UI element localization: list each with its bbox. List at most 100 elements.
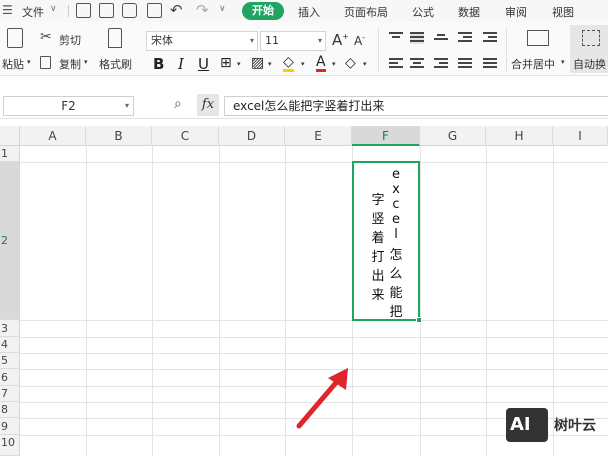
paste-icon[interactable] bbox=[7, 28, 23, 48]
tab-page-layout[interactable]: 页面布局 bbox=[344, 4, 388, 20]
fill-handle[interactable] bbox=[416, 317, 422, 323]
copy-icon[interactable] bbox=[40, 56, 51, 69]
font-size-select[interactable]: 11 ▾ bbox=[260, 31, 326, 51]
fx-icon[interactable]: fx bbox=[197, 94, 219, 116]
vertical-text-column-1: e x c e l 怎 么 能 把 bbox=[389, 167, 403, 322]
fill-pattern-chevron-icon[interactable]: ▾ bbox=[268, 60, 272, 68]
column-header-c[interactable]: C bbox=[152, 126, 219, 146]
justify-icon[interactable] bbox=[458, 58, 472, 70]
border-icon[interactable]: ⊞ bbox=[220, 55, 232, 71]
menu-icon[interactable]: ☰ bbox=[2, 3, 13, 17]
print-preview-icon[interactable] bbox=[147, 3, 162, 18]
decrease-font-icon[interactable]: A- bbox=[354, 33, 365, 48]
undo-icon[interactable]: ↶ bbox=[170, 1, 183, 19]
row-header-6[interactable]: 6 bbox=[0, 369, 20, 386]
select-all-corner[interactable] bbox=[0, 126, 20, 146]
cut-button[interactable]: 剪切 bbox=[59, 32, 81, 48]
distributed-align-icon[interactable] bbox=[483, 58, 497, 70]
gridline bbox=[20, 369, 608, 370]
gridline bbox=[20, 386, 608, 387]
row-header-8[interactable]: 8 bbox=[0, 402, 20, 418]
column-header-i[interactable]: I bbox=[553, 126, 608, 146]
tab-insert[interactable]: 插入 bbox=[298, 4, 320, 20]
align-top-icon[interactable] bbox=[389, 32, 403, 40]
vertical-text-column-2: 字 竖 着 打 出 来 bbox=[371, 191, 385, 305]
cell-char: 么 bbox=[389, 267, 403, 282]
auto-wrap-icon[interactable] bbox=[582, 30, 600, 46]
file-menu[interactable]: 文件 bbox=[22, 4, 44, 20]
tab-start[interactable]: 开始 bbox=[242, 2, 284, 20]
increase-font-icon[interactable]: A+ bbox=[332, 31, 349, 49]
merge-center-chevron-icon[interactable]: ▾ bbox=[561, 58, 565, 66]
border-chevron-icon[interactable]: ▾ bbox=[237, 60, 241, 68]
zoom-search-icon[interactable]: ⌕ bbox=[174, 96, 182, 112]
fill-pattern-icon[interactable]: ▨ bbox=[251, 55, 264, 71]
column-header-d[interactable]: D bbox=[219, 126, 285, 146]
gridline bbox=[20, 320, 608, 321]
increase-indent-icon[interactable] bbox=[483, 32, 497, 44]
merge-center-icon[interactable] bbox=[527, 30, 549, 46]
bold-icon[interactable]: B bbox=[153, 55, 164, 73]
fill-color-icon[interactable]: ◇ bbox=[283, 55, 294, 72]
cell-char: 怎 bbox=[389, 248, 403, 263]
fill-color-chevron-icon[interactable]: ▾ bbox=[301, 60, 305, 68]
gridline bbox=[285, 146, 286, 456]
gridline bbox=[86, 146, 87, 456]
format-painter-icon[interactable] bbox=[108, 28, 122, 48]
paste-button[interactable]: 粘贴 bbox=[2, 56, 24, 72]
column-header-a[interactable]: A bbox=[20, 126, 86, 146]
row-header-10[interactable]: 10 bbox=[0, 435, 20, 456]
underline-icon[interactable]: U bbox=[198, 55, 209, 73]
column-header-e[interactable]: E bbox=[285, 126, 352, 146]
gridline bbox=[420, 146, 421, 456]
save-icon[interactable] bbox=[76, 3, 91, 18]
column-header-g[interactable]: G bbox=[420, 126, 486, 146]
align-middle-icon[interactable] bbox=[410, 32, 424, 44]
gridline bbox=[20, 162, 608, 163]
cell-char: 来 bbox=[371, 288, 385, 303]
align-center-icon[interactable] bbox=[410, 58, 424, 70]
cell-char: 能 bbox=[389, 286, 403, 301]
name-box[interactable]: F2 ▾ bbox=[3, 96, 134, 116]
align-bottom-icon[interactable] bbox=[434, 34, 448, 42]
copy-button[interactable]: 复制 bbox=[59, 56, 81, 72]
row-header-9[interactable]: 9 bbox=[0, 418, 20, 435]
cell-char: l bbox=[394, 227, 398, 242]
align-right-icon[interactable] bbox=[434, 58, 448, 70]
italic-icon[interactable]: I bbox=[178, 55, 184, 73]
auto-wrap-button[interactable]: 自动换 bbox=[573, 56, 606, 72]
tab-view[interactable]: 视图 bbox=[552, 4, 574, 20]
column-header-b[interactable]: B bbox=[86, 126, 152, 146]
align-left-icon[interactable] bbox=[389, 58, 403, 70]
merge-center-button[interactable]: 合并居中 bbox=[511, 56, 555, 72]
print-icon[interactable] bbox=[122, 3, 137, 18]
row-header-1[interactable]: 1 bbox=[0, 146, 20, 162]
clear-format-icon[interactable]: ◇ bbox=[345, 55, 356, 71]
quick-access-chevron-icon[interactable]: ∨ bbox=[219, 4, 226, 14]
clear-format-chevron-icon[interactable]: ▾ bbox=[363, 60, 367, 68]
row-header-4[interactable]: 4 bbox=[0, 337, 20, 353]
file-menu-chevron-icon[interactable]: ∨ bbox=[50, 4, 57, 14]
paste-chevron-icon[interactable]: ▾ bbox=[27, 58, 31, 66]
row-header-5[interactable]: 5 bbox=[0, 353, 20, 369]
column-header-f[interactable]: F bbox=[352, 126, 420, 146]
cell-f2[interactable]: e x c e l 怎 么 能 把 字 竖 着 打 出 来 bbox=[352, 161, 420, 321]
formula-input[interactable]: excel怎么能把字竖着打出来 bbox=[224, 96, 608, 116]
cell-char: 打 bbox=[371, 250, 385, 265]
column-header-h[interactable]: H bbox=[486, 126, 553, 146]
copy-chevron-icon[interactable]: ▾ bbox=[84, 58, 88, 66]
tab-formulas[interactable]: 公式 bbox=[412, 4, 434, 20]
font-name-select[interactable]: 宋体 ▾ bbox=[146, 31, 258, 51]
tab-review[interactable]: 审阅 bbox=[505, 4, 527, 20]
format-painter-button[interactable]: 格式刷 bbox=[99, 56, 132, 72]
cut-icon[interactable]: ✂ bbox=[40, 29, 52, 45]
row-header-3[interactable]: 3 bbox=[0, 320, 20, 337]
decrease-indent-icon[interactable] bbox=[458, 32, 472, 44]
font-color-icon[interactable]: A bbox=[316, 55, 326, 72]
tab-data[interactable]: 数据 bbox=[458, 4, 480, 20]
row-header-2[interactable]: 2 bbox=[0, 162, 20, 320]
export-pdf-icon[interactable] bbox=[99, 3, 114, 18]
row-header-7[interactable]: 7 bbox=[0, 386, 20, 402]
font-color-chevron-icon[interactable]: ▾ bbox=[332, 60, 336, 68]
redo-icon[interactable]: ↷ bbox=[196, 1, 209, 19]
